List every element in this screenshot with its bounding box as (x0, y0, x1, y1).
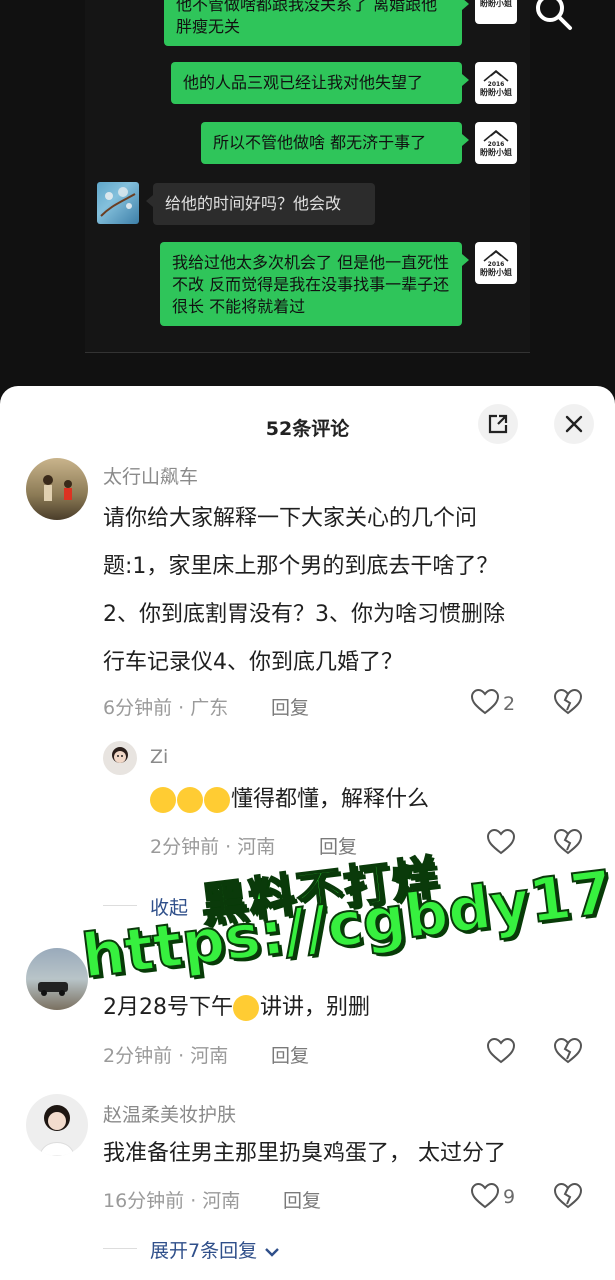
chat-message-3: 所以不管他做啥 都无济于事了 (201, 122, 469, 164)
comment-time-location: 2分钟前 · 河南 (103, 1045, 229, 1067)
chevron-down-icon (265, 1247, 279, 1257)
close-icon (565, 415, 583, 433)
chat-message-4: 给他的时间好吗？他会改 (146, 183, 375, 225)
sender-avatar: 2016 盼盼小姐 (475, 62, 517, 104)
like-count: 9 (503, 1186, 516, 1208)
comment-username[interactable]: 赵温柔美妆护肤 (103, 1100, 236, 1127)
sender-avatar: 2016 盼盼小姐 (475, 122, 517, 164)
expand-replies-label: 展开7条回复 (150, 1240, 258, 1262)
comment-text-line-3: 2、你到底割胃没有？3、你为啥习惯删除 (103, 602, 505, 627)
avatar[interactable] (26, 1094, 88, 1156)
comment-text-before: 2月28号下午 (103, 995, 233, 1020)
comment-username[interactable]: Zi (150, 746, 168, 768)
house-logo-icon (483, 69, 509, 82)
chat-message-2: 他的人品三观已经让我对他失望了 (171, 62, 469, 104)
reply-text: 懂得都懂，解释什么 (150, 776, 429, 824)
girl-avatar-icon (112, 747, 128, 763)
avatar[interactable] (26, 458, 88, 520)
divider-line (103, 905, 137, 906)
dislike-icon[interactable] (553, 828, 583, 856)
tree-image-icon (100, 187, 136, 217)
comment-time-location: 6分钟前 · 广东 (103, 697, 229, 719)
avatar-logo-text: 盼盼小姐 (480, 87, 512, 97)
avatar-logo-text: 盼盼小姐 (480, 267, 512, 277)
chat-message-text: 所以不管他做啥 都无济于事了 (213, 133, 427, 152)
chat-message-text: 他的人品三观已经让我对他失望了 (183, 73, 424, 92)
laughing-emoji-icon (204, 787, 230, 813)
comment-text-line-2: 题:1，家里床上那个男的到底去干啥了？ (103, 554, 499, 579)
avatar-logo-text: 盼盼小姐 (480, 0, 512, 8)
like-icon[interactable] (486, 828, 516, 856)
sender-avatar: 2016 盼盼小姐 (475, 242, 517, 284)
like-count: 2 (503, 693, 516, 715)
chat-message-text: 我给过他太多次机会了 但是他一直死性不改 反而觉得是我在没事找事一辈子还很长 不… (172, 253, 450, 316)
comment-text: 2月28号下午 讲讲，别删 (103, 984, 370, 1032)
comment-time-location: 16分钟前 · 河南 (103, 1190, 241, 1212)
laughing-emoji-icon (177, 787, 203, 813)
expand-icon (488, 414, 508, 434)
comment-text-after: 讲讲，别删 (260, 995, 371, 1020)
expand-replies-link[interactable]: 展开7条回复 (150, 1236, 281, 1263)
dislike-icon[interactable] (553, 1182, 583, 1210)
search-icon[interactable] (528, 0, 578, 38)
car-photo-icon (38, 982, 68, 996)
avatar-logo-text: 盼盼小姐 (480, 147, 512, 157)
dislike-icon[interactable] (553, 1037, 583, 1065)
chat-message-text: 给他的时间好吗？他会改 (165, 194, 342, 213)
comment-text: 我准备往男主那里扔臭鸡蛋了， 太过分了 (103, 1141, 506, 1166)
reply-button[interactable]: 回复 (283, 1186, 321, 1213)
avatar[interactable] (26, 948, 88, 1010)
comment-text-line-1: 请你给大家解释一下大家关心的几个问 (103, 506, 478, 531)
chat-message-text: 他不管做啥都跟我没关系了 离婚跟他胖瘦无关 (176, 0, 438, 36)
house-logo-icon (483, 249, 509, 262)
comment-time-location: 2分钟前 · 河南 (150, 836, 276, 858)
comment-username[interactable]: 太行山飙车 (103, 462, 198, 489)
avatar[interactable] (103, 741, 137, 775)
expand-sheet-button[interactable] (478, 404, 518, 444)
contact-avatar (97, 182, 139, 224)
grinning-emoji-icon (233, 995, 259, 1021)
chat-message-5: 我给过他太多次机会了 但是他一直死性不改 反而觉得是我在没事找事一辈子还很长 不… (160, 242, 469, 326)
divider-line (103, 1248, 137, 1249)
reply-button[interactable]: 回复 (271, 693, 309, 720)
close-button[interactable] (554, 404, 594, 444)
sender-avatar: 盼盼小姐 (475, 0, 517, 24)
like-icon[interactable] (486, 1037, 516, 1065)
chat-message-1: 他不管做啥都跟我没关系了 离婚跟他胖瘦无关 (164, 0, 469, 46)
reply-button[interactable]: 回复 (271, 1041, 309, 1068)
woman-avatar-icon (39, 1105, 75, 1156)
dislike-icon[interactable] (553, 688, 583, 716)
like-icon[interactable] (470, 688, 500, 716)
reply-text-content: 懂得都懂，解释什么 (231, 787, 430, 812)
laughing-emoji-icon (150, 787, 176, 813)
comments-count-title: 52条评论 (265, 418, 350, 440)
house-logo-icon (483, 129, 509, 142)
comment-text-line-4: 行车记录仪4、你到底几婚了？ (103, 650, 403, 675)
children-photo-icon (43, 475, 72, 501)
like-icon[interactable] (470, 1182, 500, 1210)
